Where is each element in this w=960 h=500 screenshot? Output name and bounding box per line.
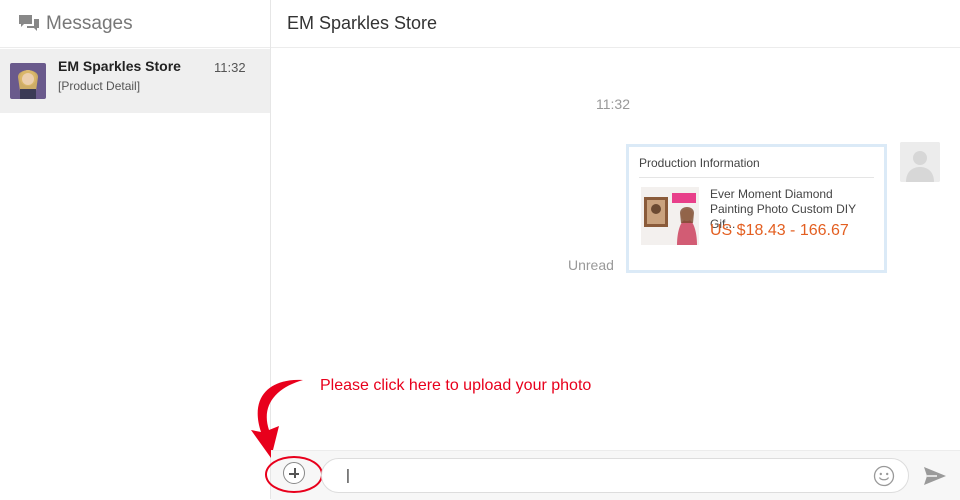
sidebar-header: Messages	[0, 0, 270, 48]
composer	[265, 450, 960, 500]
message-timestamp: 11:32	[596, 96, 630, 112]
divider	[639, 177, 874, 178]
product-card[interactable]: Production Information Ever Moment Diamo…	[626, 144, 887, 273]
plus-icon[interactable]	[283, 462, 305, 484]
user-avatar	[900, 142, 940, 182]
message-input[interactable]	[321, 458, 909, 493]
chat-panel: EM Sparkles Store 11:32 Unread Productio…	[251, 0, 960, 500]
product-price: US $18.43 - 166.67	[710, 222, 849, 239]
product-thumbnail	[641, 187, 699, 245]
chat-bubbles-icon	[19, 14, 39, 31]
send-icon[interactable]	[923, 465, 947, 487]
conversation-item[interactable]: EM Sparkles Store 11:32 [Product Detail]	[0, 49, 270, 113]
store-avatar	[10, 63, 46, 99]
conversation-preview: [Product Detail]	[58, 79, 141, 93]
conversation-time: 11:32	[214, 60, 246, 75]
upload-hint: Please click here to upload your photo	[320, 377, 592, 394]
sidebar-title: Messages	[46, 12, 133, 34]
unread-status: Unread	[568, 257, 614, 273]
conversation-name: EM Sparkles Store	[58, 58, 181, 74]
product-card-title: Production Information	[639, 156, 760, 170]
chat-title: EM Sparkles Store	[271, 0, 960, 48]
emoji-icon[interactable]	[873, 465, 895, 487]
